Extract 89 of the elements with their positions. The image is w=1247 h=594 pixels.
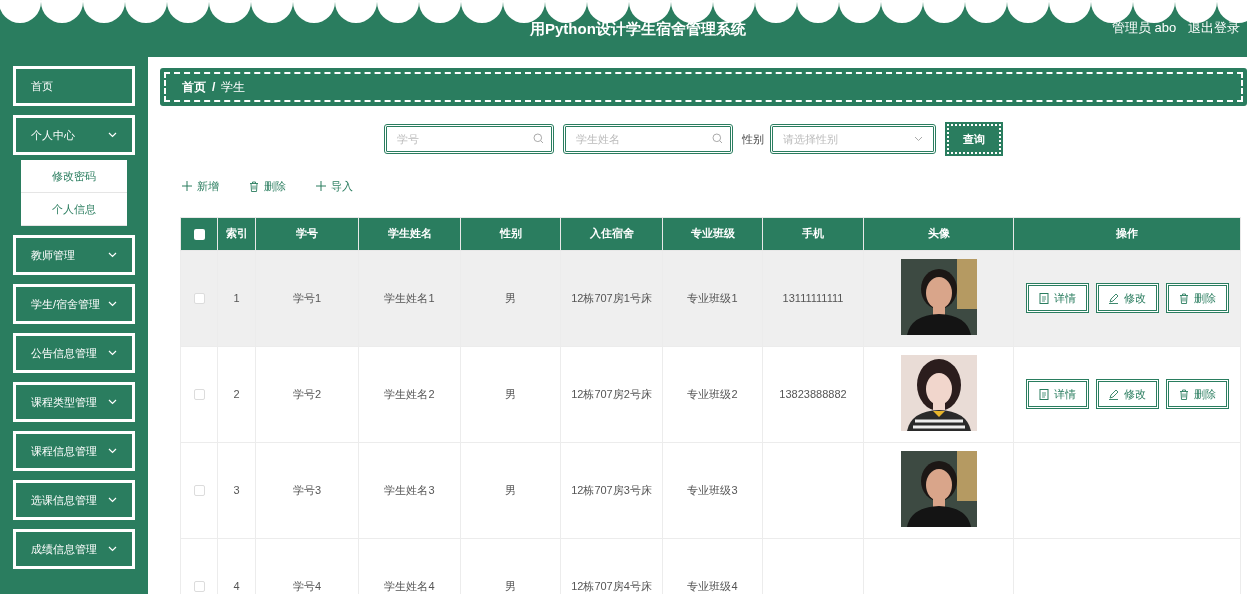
column-header: 手机 [762,217,864,250]
table-cell: 学生姓名2 [384,387,435,400]
plus-icon [316,181,326,192]
table-cell: 13111111111 [782,291,844,304]
table-cell: 男 [505,291,516,304]
sidebar-item[interactable]: 公告信息管理 [13,333,135,373]
column-header: 性别 [460,217,561,250]
breadcrumb-separator: / [212,79,216,96]
column-header: 操作 [1013,217,1241,250]
table-cell: 学生姓名4 [384,579,435,592]
app-title: 用Python设计学生宿舍管理系统 [530,19,746,39]
column-header: 索引 [217,217,256,250]
table-cell: 3 [233,483,240,496]
submenu-item[interactable]: 修改密码 [21,160,127,193]
table-cell: 学号3 [292,483,322,496]
header-checkbox[interactable] [193,228,205,240]
breadcrumb-link[interactable]: 首页 [182,78,206,96]
document-icon [1038,388,1049,400]
column-header: 专业班级 [662,217,763,250]
toolbar-button[interactable]: 删除 [249,178,286,195]
search-icon [712,133,723,144]
plus-icon [182,181,192,192]
search-field[interactable]: 学生姓名 [563,124,733,154]
column-header: 头像 [863,217,1014,250]
logout-link[interactable]: 退出登录 [1188,18,1240,38]
chevron-down-icon [108,448,117,454]
action-button[interactable]: 详情 [1025,283,1089,313]
trash-icon [1178,292,1189,304]
table-cell: 12栋707房2号床 [571,387,652,400]
row-checkbox[interactable] [193,293,205,305]
column-header: 学生姓名 [358,217,461,250]
chevron-down-icon [108,301,117,307]
table-cell: 专业班级2 [687,387,738,400]
row-checkbox[interactable] [193,389,205,401]
table-cell: 13823888882 [779,387,847,400]
table-cell: 1 [233,291,240,304]
chevron-down-icon [108,497,117,503]
table-cell: 专业班级3 [687,483,738,496]
sidebar-item[interactable]: 课程信息管理 [13,431,135,471]
table-cell: 学号2 [292,387,322,400]
query-button[interactable]: 查询 [947,124,1001,154]
chevron-down-icon [108,399,117,405]
table-cell: 12栋707房1号床 [571,291,652,304]
action-button[interactable]: 删除 [1165,283,1229,313]
pencil-icon [1108,388,1119,400]
breadcrumb-current: 学生 [221,79,246,96]
user-label: 管理员 abo [1112,19,1177,37]
table-cell: 12栋707房3号床 [571,483,652,496]
column-header: 入住宿舍 [560,217,663,250]
table-cell: 4 [233,579,240,592]
gender-label: 性别 [742,131,764,147]
sidebar-item[interactable]: 课程类型管理 [13,382,135,422]
action-button[interactable]: 详情 [1025,379,1089,409]
table-cell: 学生姓名3 [384,483,435,496]
table-cell: 男 [505,483,516,496]
toolbar-button[interactable]: 新增 [182,178,219,195]
search-icon [533,133,544,144]
action-button[interactable]: 修改 [1095,283,1159,313]
trash-icon [1178,388,1189,400]
sidebar-item[interactable]: 首页 [13,66,135,106]
action-button[interactable]: 删除 [1165,379,1229,409]
trash-icon [249,180,259,192]
sidebar-item[interactable]: 教师管理 [13,235,135,275]
document-icon [1038,292,1049,304]
action-button[interactable]: 修改 [1095,379,1159,409]
chevron-down-icon [108,132,117,138]
table-cell: 学生姓名1 [384,291,435,304]
column-header: 学号 [255,217,359,250]
table-cell: 学号1 [292,291,322,304]
table-cell: 12栋707房4号床 [571,579,652,592]
chevron-down-icon [914,136,923,142]
table-cell: 2 [233,387,240,400]
submenu-item[interactable]: 个人信息 [21,193,127,226]
toolbar-button[interactable]: 导入 [316,178,353,195]
row-checkbox[interactable] [193,485,205,497]
table-cell: 专业班级1 [687,291,738,304]
chevron-down-icon [108,252,117,258]
sidebar-item[interactable]: 成绩信息管理 [13,529,135,569]
table-cell: 男 [505,579,516,592]
chevron-down-icon [108,350,117,356]
table-cell: 专业班级4 [687,579,738,592]
chevron-down-icon [108,546,117,552]
row-checkbox[interactable] [193,581,205,593]
pencil-icon [1108,292,1119,304]
table-cell: 学号4 [292,579,322,592]
table-cell: 男 [505,387,516,400]
sidebar-item[interactable]: 学生/宿舍管理 [13,284,135,324]
sidebar-item[interactable]: 选课信息管理 [13,480,135,520]
sidebar-item[interactable]: 个人中心 [13,115,135,155]
